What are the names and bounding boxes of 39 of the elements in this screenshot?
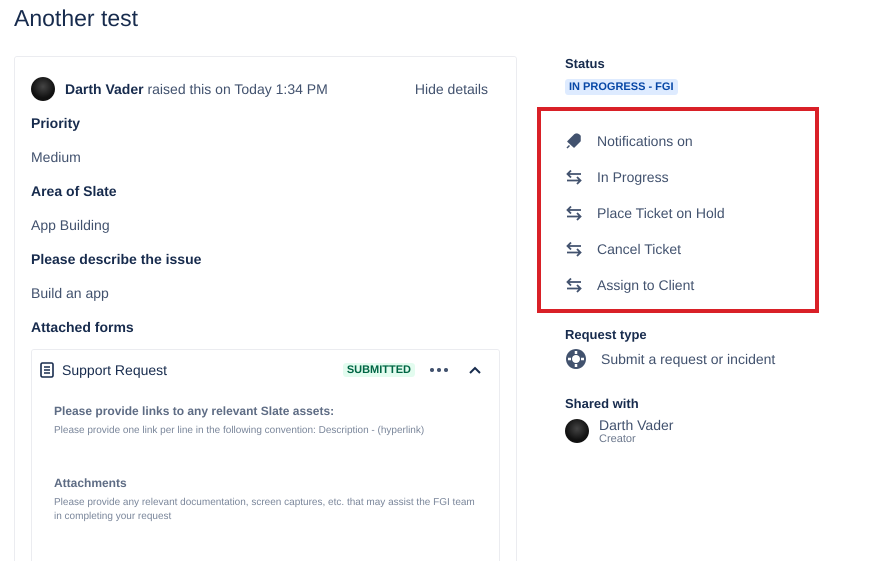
action-button[interactable]: In Progress — [565, 159, 669, 195]
swap-arrows-icon — [565, 276, 583, 294]
action-button[interactable]: Assign to Client — [565, 267, 694, 303]
bell-icon — [565, 132, 583, 150]
action-button[interactable]: Cancel Ticket — [565, 231, 682, 267]
section-heading: Status — [565, 56, 606, 71]
action-button[interactable]: Place Ticket on Hold — [565, 195, 725, 231]
swap-arrows-icon — [565, 240, 583, 258]
question-hint: Please provide one link per line in the following convention: Description - (hyperlink) — [54, 424, 426, 438]
ellipsis-icon — [429, 367, 449, 373]
field-value: Build an app — [31, 284, 110, 303]
action-button[interactable]: Notifications on — [565, 123, 693, 159]
field-label: Please describe the issue — [31, 250, 202, 269]
field-label: Area of Slate — [31, 182, 118, 201]
section-heading: Shared with — [565, 396, 640, 411]
field-value: Medium — [31, 148, 82, 167]
lifebuoy-icon — [565, 348, 587, 370]
field-label: Priority — [31, 114, 82, 133]
person-role: Creator — [599, 433, 637, 445]
person-name: Darth Vader — [599, 417, 674, 433]
status-lozenge: IN PROGRESS - FGI — [565, 79, 678, 95]
form-name: Support Request — [62, 362, 168, 378]
avatar — [565, 419, 589, 443]
status-badge: SUBMITTED — [342, 363, 415, 377]
question-label: Attachments — [54, 476, 128, 490]
raised-by-text: Darth Vader raised this on Today 1:34 PM — [65, 81, 329, 97]
form-icon — [40, 362, 54, 378]
hide-details-button[interactable]: Hide details — [414, 81, 500, 97]
avatar — [31, 77, 55, 101]
section-heading: Request type — [565, 327, 648, 342]
field-value: App Building — [31, 216, 111, 235]
request-type-value: Submit a request or incident — [601, 351, 776, 367]
question-label: Please provide links to any relevant Slate assets: — [54, 404, 336, 418]
section-heading: Attached forms — [31, 318, 135, 337]
page-title: Another test — [14, 4, 140, 32]
caret-icon — [469, 366, 481, 374]
swap-arrows-icon — [565, 204, 583, 222]
question-hint: Please provide any relevant documentation, screen captures, etc. that may assist the FGI team in completing your request — [54, 496, 476, 524]
swap-arrows-icon — [565, 168, 583, 186]
